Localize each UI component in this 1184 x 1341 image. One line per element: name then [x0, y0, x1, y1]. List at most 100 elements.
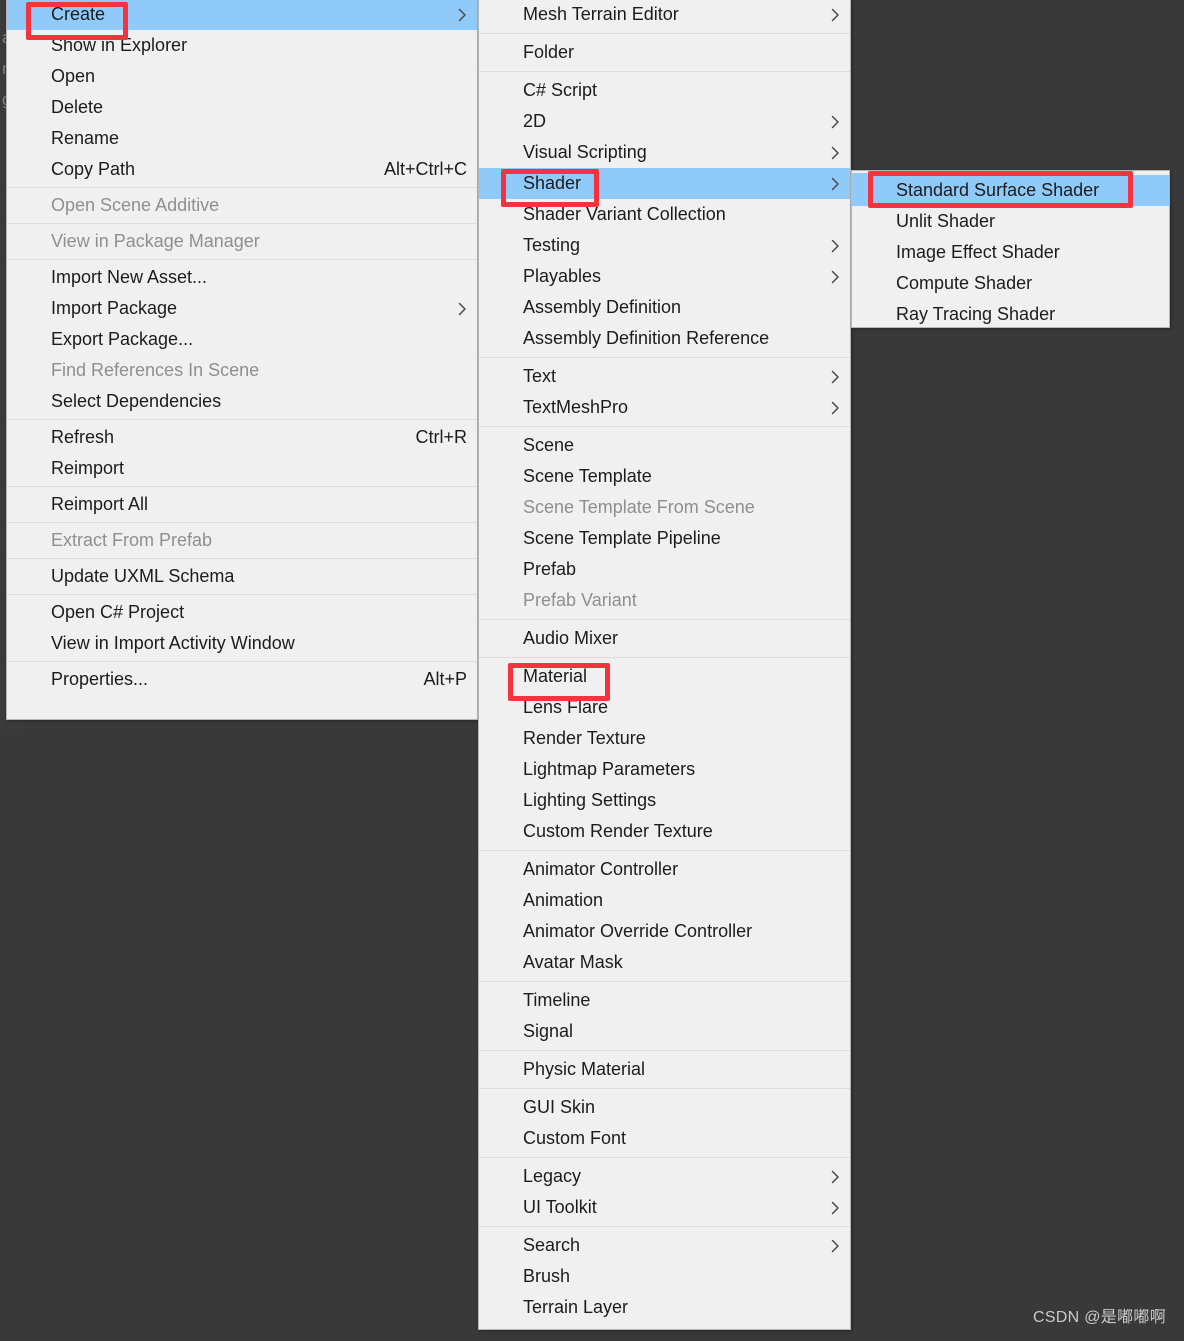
menu-item-unlit-shader[interactable]: Unlit Shader [852, 206, 1169, 237]
menu-item-copy-path[interactable]: Copy Path Alt+Ctrl+C [7, 154, 477, 185]
menu-item-render-texture[interactable]: Render Texture [479, 723, 850, 754]
menu-item-label: Open Scene Additive [51, 195, 220, 215]
chevron-right-icon [806, 370, 840, 384]
menu-item-image-effect-shader[interactable]: Image Effect Shader [852, 237, 1169, 268]
menu-item-lightmap-parameters[interactable]: Lightmap Parameters [479, 754, 850, 785]
menu-item-refresh[interactable]: Refresh Ctrl+R [7, 422, 477, 453]
menu-item-visual-scripting[interactable]: Visual Scripting [479, 137, 850, 168]
menu-item-testing[interactable]: Testing [479, 230, 850, 261]
menu-item-label: Avatar Mask [523, 952, 623, 972]
menu-item-label: Playables [523, 266, 602, 286]
menu-item-label: Custom Render Texture [523, 821, 713, 841]
menu-item-select-dependencies[interactable]: Select Dependencies [7, 386, 477, 417]
menu-item-label: Unlit Shader [896, 211, 996, 231]
menu-item-lighting-settings[interactable]: Lighting Settings [479, 785, 850, 816]
menu-item-open-c-project[interactable]: Open C# Project [7, 597, 477, 628]
menu-separator [479, 1050, 850, 1051]
menu-item-playables[interactable]: Playables [479, 261, 850, 292]
menu-item-custom-font[interactable]: Custom Font [479, 1123, 850, 1154]
menu-item-textmeshpro[interactable]: TextMeshPro [479, 392, 850, 423]
menu-item-animator-override-controller[interactable]: Animator Override Controller [479, 916, 850, 947]
menu-item-import-package[interactable]: Import Package [7, 293, 477, 324]
menu-item-brush[interactable]: Brush [479, 1261, 850, 1292]
menu-item-label: C# Script [523, 80, 598, 100]
menu-item-mesh-terrain-editor[interactable]: Mesh Terrain Editor [479, 0, 850, 30]
asset-context-menu[interactable]: Create Show in Explorer Open Delete Rename Co… [6, 0, 478, 720]
menu-item-timeline[interactable]: Timeline [479, 985, 850, 1016]
menu-item-label: Import New Asset... [51, 267, 208, 287]
menu-item-label: Prefab [523, 559, 577, 579]
menu-item-label: Lens Flare [523, 697, 609, 717]
menu-item-assembly-definition[interactable]: Assembly Definition [479, 292, 850, 323]
menu-item-ray-tracing-shader[interactable]: Ray Tracing Shader [852, 299, 1169, 330]
menu-item-scene-template-pipeline[interactable]: Scene Template Pipeline [479, 523, 850, 554]
menu-item-label: Animator Controller [523, 859, 679, 879]
menu-separator [7, 223, 477, 224]
menu-item-label: Timeline [523, 990, 591, 1010]
menu-item-label: Lighting Settings [523, 790, 657, 810]
menu-item-label: Rename [51, 128, 120, 148]
menu-item-legacy[interactable]: Legacy [479, 1161, 850, 1192]
menu-item-prefab-variant: Prefab Variant [479, 585, 850, 616]
menu-item-view-in-import-activity-window[interactable]: View in Import Activity Window [7, 628, 477, 659]
menu-item-2d[interactable]: 2D [479, 106, 850, 137]
menu-item-extract-from-prefab: Extract From Prefab [7, 525, 477, 556]
menu-item-shader-variant-collection[interactable]: Shader Variant Collection [479, 199, 850, 230]
menu-separator [479, 657, 850, 658]
menu-item-compute-shader[interactable]: Compute Shader [852, 268, 1169, 299]
chevron-right-icon [806, 146, 840, 160]
menu-item-label: Find References In Scene [51, 360, 260, 380]
menu-item-export-package[interactable]: Export Package... [7, 324, 477, 355]
menu-item-assembly-definition-reference[interactable]: Assembly Definition Reference [479, 323, 850, 354]
menu-item-audio-mixer[interactable]: Audio Mixer [479, 623, 850, 654]
menu-item-avatar-mask[interactable]: Avatar Mask [479, 947, 850, 978]
menu-item-scene-template[interactable]: Scene Template [479, 461, 850, 492]
menu-item-material[interactable]: Material [479, 661, 850, 692]
shader-submenu[interactable]: Standard Surface Shader Unlit Shader Image… [851, 170, 1170, 328]
menu-item-label: Standard Surface Shader [896, 180, 1100, 200]
create-submenu[interactable]: Mesh Terrain Editor Folder C# Script 2D Visu… [478, 0, 851, 1330]
menu-item-label: Folder [523, 42, 575, 62]
menu-item-open-scene-additive: Open Scene Additive [7, 190, 477, 221]
menu-item-label: Assembly Definition [523, 297, 682, 317]
menu-item-label: Refresh [51, 427, 115, 447]
menu-item-ui-toolkit[interactable]: UI Toolkit [479, 1192, 850, 1223]
menu-item-custom-render-texture[interactable]: Custom Render Texture [479, 816, 850, 847]
menu-item-animation[interactable]: Animation [479, 885, 850, 916]
menu-item-lens-flare[interactable]: Lens Flare [479, 692, 850, 723]
menu-item-label: Testing [523, 235, 581, 255]
menu-item-update-uxml-schema[interactable]: Update UXML Schema [7, 561, 477, 592]
menu-item-show-in-explorer[interactable]: Show in Explorer [7, 30, 477, 61]
menu-item-reimport-all[interactable]: Reimport All [7, 489, 477, 520]
menu-item-label: Terrain Layer [523, 1297, 629, 1317]
menu-item-label: Shader Variant Collection [523, 204, 726, 224]
menu-item-scene[interactable]: Scene [479, 430, 850, 461]
menu-item-standard-surface-shader[interactable]: Standard Surface Shader [852, 175, 1169, 206]
menu-item-gui-skin[interactable]: GUI Skin [479, 1092, 850, 1123]
menu-item-label: Legacy [523, 1166, 582, 1186]
menu-item-signal[interactable]: Signal [479, 1016, 850, 1047]
menu-item-animator-controller[interactable]: Animator Controller [479, 854, 850, 885]
menu-item-search[interactable]: Search [479, 1230, 850, 1261]
menu-item-c-script[interactable]: C# Script [479, 75, 850, 106]
menu-item-physic-material[interactable]: Physic Material [479, 1054, 850, 1085]
menu-item-import-new-asset[interactable]: Import New Asset... [7, 262, 477, 293]
menu-item-terrain-layer[interactable]: Terrain Layer [479, 1292, 850, 1323]
menu-item-create[interactable]: Create [7, 0, 477, 30]
menu-item-text[interactable]: Text [479, 361, 850, 392]
menu-item-prefab[interactable]: Prefab [479, 554, 850, 585]
menu-item-label: Material [523, 666, 588, 686]
menu-item-delete[interactable]: Delete [7, 92, 477, 123]
menu-item-folder[interactable]: Folder [479, 37, 850, 68]
unity-editor-screen: a n g CreateShow in ExplorerOpenDeleteRe… [0, 0, 1184, 1341]
menu-item-label: Reimport [51, 458, 125, 478]
menu-item-open[interactable]: Open [7, 61, 477, 92]
menu-item-label: View in Package Manager [51, 231, 260, 251]
menu-item-shader[interactable]: Shader [479, 168, 850, 199]
menu-separator [479, 71, 850, 72]
menu-separator [7, 594, 477, 595]
menu-separator [479, 357, 850, 358]
menu-item-reimport[interactable]: Reimport [7, 453, 477, 484]
menu-item-properties[interactable]: Properties... Alt+P [7, 664, 477, 695]
menu-item-rename[interactable]: Rename [7, 123, 477, 154]
